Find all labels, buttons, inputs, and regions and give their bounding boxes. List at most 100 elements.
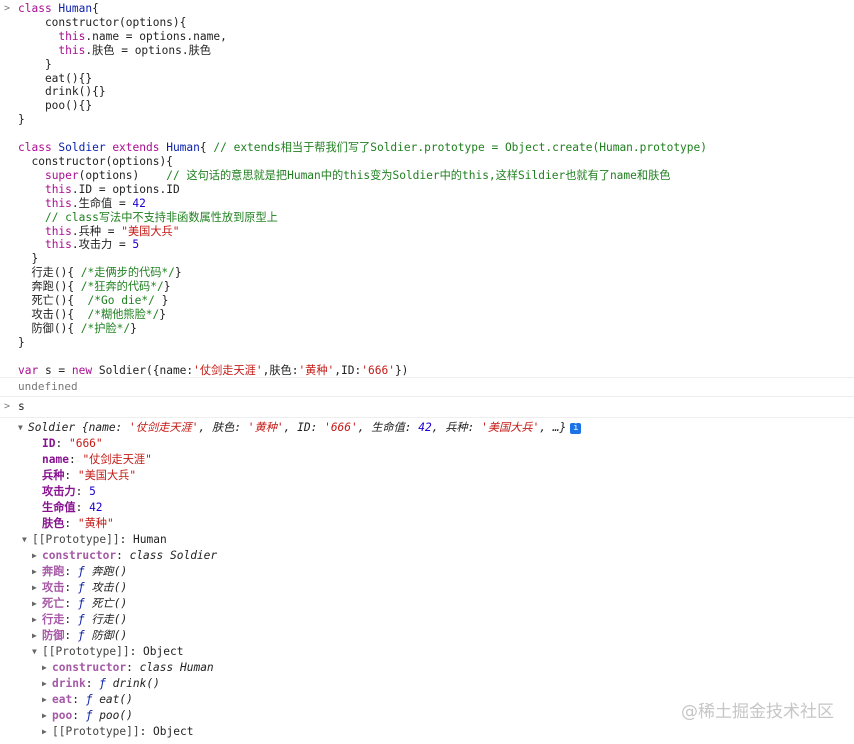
tree-token: : <box>64 565 78 579</box>
tree-token: : <box>64 469 78 483</box>
collapsed-triangle-icon[interactable]: ▶ <box>32 628 42 644</box>
tree-token: poo() <box>99 709 133 723</box>
tree-token: 死亡() <box>91 597 128 611</box>
tree-token: 行走 <box>42 613 65 627</box>
tree-token: ID <box>42 437 56 451</box>
collapsed-triangle-icon[interactable]: ▶ <box>42 692 52 708</box>
tree-token: eat <box>52 693 73 707</box>
tree-node-expandable[interactable]: ▶ 奔跑: ƒ 奔跑() <box>0 564 854 580</box>
code-line: 奔跑(){ /*狂奔的代码*/} <box>18 280 854 294</box>
collapsed-triangle-icon[interactable]: ▶ <box>32 548 42 564</box>
tree-node-property: name: "仗剑走天涯" <box>0 452 854 468</box>
expanded-triangle-icon[interactable]: ▼ <box>32 644 42 660</box>
collapsed-triangle-icon[interactable]: ▶ <box>32 596 42 612</box>
tree-token: : <box>75 501 90 515</box>
tree-token: 肤色 <box>42 517 65 531</box>
tree-node-expandable[interactable]: ▶ constructor: class Soldier <box>0 548 854 564</box>
tree-node-expandable[interactable]: ▶ [[Prototype]]: Object <box>0 724 854 740</box>
tree-node-expandable[interactable]: ▶ 防御: ƒ 防御() <box>0 628 854 644</box>
tree-token: ƒ <box>85 709 100 723</box>
tree-token: : Object <box>129 645 184 659</box>
tree-token: : <box>64 581 78 595</box>
console-input-class-definitions[interactable]: > class Human{ constructor(options){ thi… <box>0 0 854 379</box>
tree-node-expandable[interactable]: ▶ constructor: class Human <box>0 660 854 676</box>
code-token: ,肤色: <box>262 363 299 377</box>
tree-token: : <box>116 549 130 563</box>
tree-node-expandable[interactable]: ▶ drink: ƒ drink() <box>0 676 854 692</box>
tree-token: drink <box>52 677 86 691</box>
code-token: 死亡(){ <box>18 294 88 308</box>
code-token: '黄种' <box>298 363 335 377</box>
code-token: (options) <box>78 168 167 182</box>
collapsed-triangle-icon[interactable]: ▶ <box>42 660 52 676</box>
code-token: .攻击力 = <box>71 238 133 252</box>
code-token: '仗剑走天涯' <box>193 363 263 377</box>
tree-node-expandable[interactable]: ▼ [[Prototype]]: Human <box>0 532 854 548</box>
code-token: // 这句话的意思就是把Human中的this变为Soldier中的this,这… <box>166 168 671 182</box>
tree-token: : <box>72 709 86 723</box>
tree-node-expandable[interactable]: ▶ 死亡: ƒ 死亡() <box>0 596 854 612</box>
tree-token: '仗剑走天涯' <box>129 421 199 435</box>
tree-node-expandable[interactable]: ▼ Soldier {name: '仗剑走天涯', 肤色: '黄种', ID: '… <box>0 420 854 436</box>
code-line: var s = new Soldier({name:'仗剑走天涯',肤色:'黄种… <box>18 364 854 378</box>
console-input-s[interactable]: > s <box>0 397 854 419</box>
console-result-undefined: undefined <box>0 378 854 398</box>
code-token: var <box>18 363 45 377</box>
tree-token: 死亡 <box>42 597 65 611</box>
tree-token: constructor <box>52 661 127 675</box>
code-token: } <box>163 280 171 294</box>
code-token: } <box>154 294 169 308</box>
tree-token: 攻击() <box>91 581 128 595</box>
code-token: Soldier <box>58 141 106 155</box>
code-token: } <box>18 252 39 266</box>
code-token: .生命值 = <box>71 196 133 210</box>
code-token: 行走(){ <box>18 266 81 280</box>
collapsed-triangle-icon[interactable]: ▶ <box>32 580 42 596</box>
input-text: s <box>18 400 25 414</box>
code-token: { <box>199 141 214 155</box>
expanded-triangle-icon[interactable]: ▼ <box>18 420 28 436</box>
code-token: } <box>18 335 25 349</box>
tree-node-expandable[interactable]: ▶ 行走: ƒ 行走() <box>0 612 854 628</box>
code-line: 行走(){ /*走俩步的代码*/} <box>18 266 854 280</box>
code-token: /*糊他熊脸*/ <box>87 307 160 321</box>
code-token: /*狂奔的代码*/ <box>80 280 164 294</box>
tree-token: : <box>64 597 78 611</box>
code-token: } <box>174 266 182 280</box>
tree-token: : <box>75 485 90 499</box>
tree-token: 防御 <box>42 629 65 643</box>
tree-node-expandable[interactable]: ▼ [[Prototype]]: Object <box>0 644 854 660</box>
prompt-chevron-icon: > <box>4 401 11 413</box>
code-line: // class写法中不支持非函数属性放到原型上 <box>18 211 854 225</box>
collapsed-triangle-icon[interactable]: ▶ <box>42 676 52 692</box>
collapsed-triangle-icon[interactable]: ▶ <box>32 612 42 628</box>
code-line: } <box>18 113 854 127</box>
tree-token: 生命值 <box>42 501 76 515</box>
tree-token: 防御() <box>91 629 128 643</box>
tree-token: 攻击 <box>42 581 65 595</box>
code-token: this <box>44 196 72 210</box>
code-token: poo(){} <box>18 99 93 113</box>
code-token: // extends相当于帮我们写了Soldier.prototype = Ob… <box>213 141 708 155</box>
code-token: this <box>44 224 72 238</box>
tree-token: , ID: <box>283 421 325 435</box>
tree-token: "黄种" <box>77 517 114 531</box>
collapsed-triangle-icon[interactable]: ▶ <box>32 564 42 580</box>
code-line: this.兵种 = "美国大兵" <box>18 225 854 239</box>
code-line: } <box>18 252 854 266</box>
code-line: super(options) // 这句话的意思就是把Human中的this变为… <box>18 169 854 183</box>
collapsed-triangle-icon[interactable]: ▶ <box>42 708 52 724</box>
collapsed-triangle-icon[interactable]: ▶ <box>42 724 52 740</box>
expanded-triangle-icon[interactable]: ▼ <box>22 532 32 548</box>
tree-token: [[Prototype]] <box>42 645 130 659</box>
code-token: class <box>18 2 59 15</box>
code-token: 42 <box>132 196 146 210</box>
info-icon[interactable]: i <box>570 422 582 434</box>
prompt-chevron-icon: > <box>4 3 11 14</box>
tree-token: : Object <box>139 725 194 739</box>
tree-node-expandable[interactable]: ▶ 攻击: ƒ 攻击() <box>0 580 854 596</box>
code-line: constructor(options){ <box>18 16 854 30</box>
code-token: .兵种 = <box>71 224 122 238</box>
